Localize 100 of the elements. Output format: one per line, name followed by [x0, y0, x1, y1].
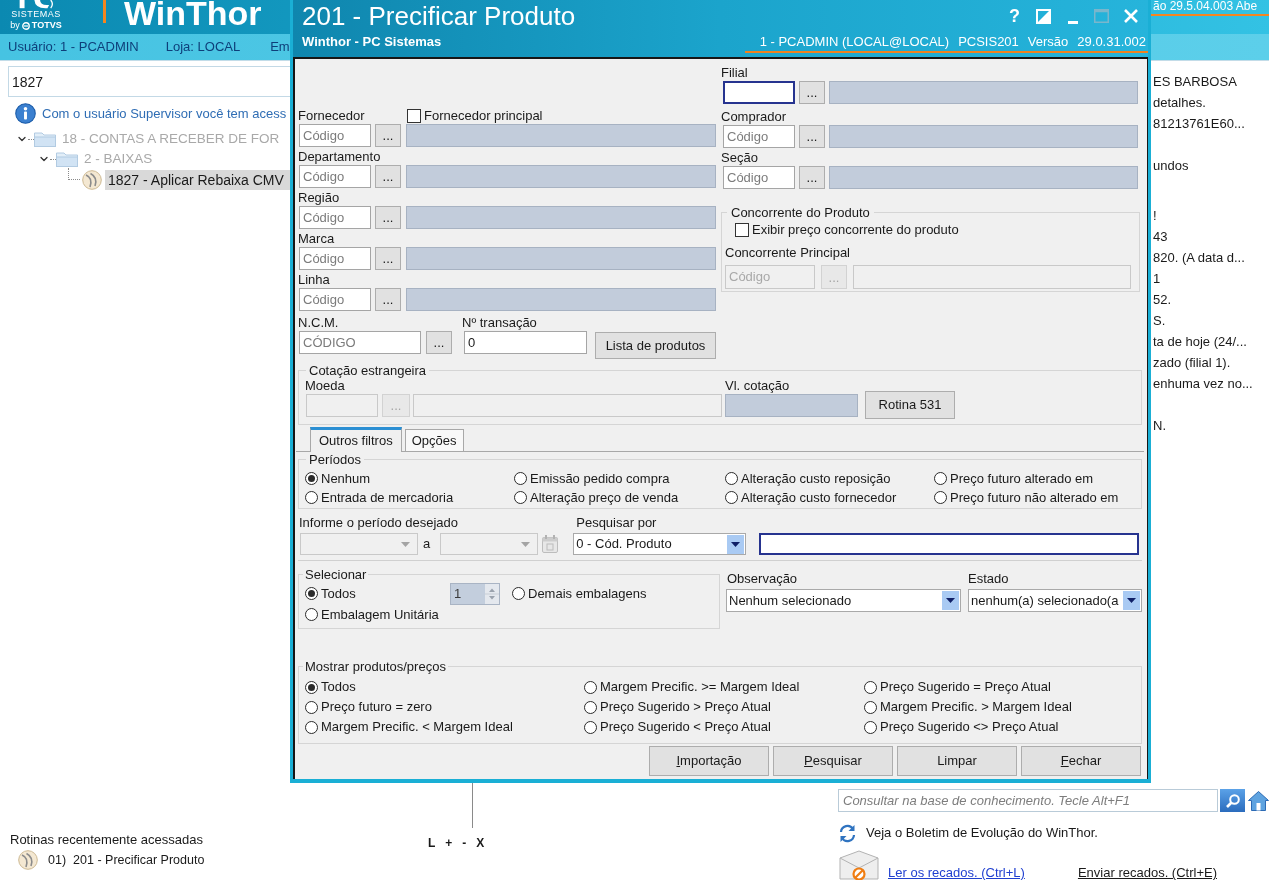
- session-info: PCSIS201: [958, 33, 1019, 50]
- radio-label: Preço Sugerido < Preço Atual: [600, 719, 771, 735]
- info-message: Com o usuário Supervisor você tem acess: [42, 105, 287, 122]
- message-text: 52.: [1153, 291, 1173, 309]
- browse-button[interactable]: ...: [375, 124, 401, 147]
- contrast-icon: [1036, 8, 1051, 24]
- input-field[interactable]: CÓDIGO: [299, 331, 421, 354]
- tab[interactable]: Opções: [404, 429, 464, 451]
- checkbox[interactable]: [407, 109, 421, 123]
- panel-control[interactable]: L: [428, 836, 436, 850]
- browse-button[interactable]: ...: [375, 206, 401, 229]
- field-label: Vl. cotação: [725, 378, 791, 394]
- input-field[interactable]: Código: [723, 166, 795, 189]
- routine-icon: [82, 169, 102, 190]
- panel-control[interactable]: +: [445, 836, 453, 850]
- radio-label: Preço Sugerido > Preço Atual: [600, 699, 771, 715]
- radio-button[interactable]: [305, 608, 318, 621]
- radio-button[interactable]: [514, 472, 527, 485]
- knowledge-search-field[interactable]: Consultar na base de conhecimento. Tecle Alt+F1: [838, 789, 1218, 812]
- radio-button[interactable]: [305, 700, 318, 714]
- field-label: Comprador: [721, 109, 787, 125]
- radio-label: Nenhum: [321, 470, 371, 487]
- input-field[interactable]: Código: [299, 165, 371, 188]
- field-label: Moeda: [305, 378, 346, 394]
- message-text: detalhes.: [1153, 94, 1207, 112]
- radio-button[interactable]: [305, 491, 318, 504]
- panel-control[interactable]: X: [476, 836, 485, 850]
- message-text: 43: [1153, 228, 1169, 246]
- radio-label: Margem Precific. < Margem Ideal: [321, 719, 513, 735]
- spin-arrows-icon: [485, 583, 499, 604]
- input-field[interactable]: Código: [299, 124, 371, 147]
- group-title: Cotação estrangeira: [308, 363, 428, 378]
- message-link[interactable]: Ler os recados. (Ctrl+L): [888, 866, 1025, 880]
- radio-button[interactable]: [305, 720, 318, 734]
- dialog-button[interactable]: Importação: [649, 746, 769, 776]
- message-text: ta de hoje (24/...: [1153, 333, 1248, 351]
- browse-button[interactable]: ...: [799, 166, 825, 189]
- browse-button[interactable]: ...: [375, 288, 401, 311]
- browse-button[interactable]: ...: [799, 81, 825, 104]
- dialog-button[interactable]: Limpar: [897, 746, 1017, 776]
- tab[interactable]: Outros filtros: [310, 427, 402, 452]
- products-list-button[interactable]: Lista de produtos: [595, 332, 716, 359]
- browse-button[interactable]: ...: [375, 165, 401, 188]
- routine-button[interactable]: Rotina 531: [865, 391, 955, 419]
- radio-label: Embalagem Unitária: [321, 606, 439, 623]
- field-label: Nº transação: [462, 315, 538, 331]
- recent-item[interactable]: 201 - Precificar Produto: [73, 853, 205, 867]
- message-text: 820. (A data d...: [1153, 249, 1246, 267]
- input-field[interactable]: Código: [299, 206, 371, 229]
- dialog-button[interactable]: Pesquisar: [773, 746, 893, 776]
- minimize-icon: [1067, 20, 1078, 24]
- dropdown[interactable]: Nenhum selecionado: [726, 589, 961, 612]
- radio-button[interactable]: [725, 491, 738, 504]
- radio-button[interactable]: [584, 720, 597, 734]
- dropdown[interactable]: nenhum(a) selecionado(a: [968, 589, 1142, 612]
- panel-control[interactable]: -: [462, 836, 467, 850]
- search-icon: [1225, 793, 1240, 808]
- input-field[interactable]: Código: [723, 125, 795, 148]
- radio-button[interactable]: [512, 587, 525, 600]
- input-field[interactable]: 0: [464, 331, 587, 354]
- input-field[interactable]: Código: [299, 247, 371, 270]
- input-field[interactable]: [759, 533, 1140, 555]
- status-text: Usuário: 1 - PCADMIN: [8, 38, 139, 57]
- checkbox-label: Exibir preço concorrente do produto: [752, 222, 959, 238]
- message-link[interactable]: Enviar recados. (Ctrl+E): [1077, 866, 1217, 880]
- search-button[interactable]: [1220, 789, 1245, 812]
- browse-button[interactable]: ...: [426, 331, 452, 354]
- radio-button[interactable]: [725, 472, 738, 485]
- radio-button[interactable]: [864, 720, 877, 734]
- info-icon: [15, 103, 36, 124]
- input-field[interactable]: Código: [299, 288, 371, 311]
- radio-button[interactable]: [934, 472, 947, 485]
- radio-button[interactable]: [514, 491, 527, 504]
- field-label: Pesquisar por: [576, 515, 658, 531]
- search-field[interactable]: 1827: [8, 66, 290, 97]
- folder-icon: [56, 151, 78, 167]
- group-title: Períodos: [308, 452, 363, 467]
- checkbox[interactable]: [735, 223, 749, 237]
- radio-button[interactable]: [305, 680, 318, 694]
- radio-button[interactable]: [934, 491, 947, 504]
- checkbox-label: Fornecedor principal: [424, 108, 543, 124]
- group-title: Mostrar produtos/preços: [304, 659, 447, 674]
- radio-button[interactable]: [864, 680, 877, 694]
- radio-label: Margem Precific. >= Margem Ideal: [600, 679, 800, 695]
- radio-button[interactable]: [864, 700, 877, 714]
- field-label: N.C.M.: [298, 315, 340, 331]
- dialog-button[interactable]: Fechar: [1021, 746, 1141, 776]
- radio-button[interactable]: [584, 700, 597, 714]
- radio-button[interactable]: [584, 680, 597, 694]
- field-label: Região: [298, 190, 340, 206]
- field-label: Informe o período desejado: [299, 515, 459, 531]
- status-text: Em: [270, 38, 290, 57]
- radio-button[interactable]: [305, 587, 318, 600]
- radio-button[interactable]: [305, 472, 318, 485]
- input-field[interactable]: [723, 81, 795, 104]
- home-icon[interactable]: [1248, 790, 1269, 811]
- browse-button[interactable]: ...: [799, 125, 825, 148]
- dropdown[interactable]: 0 - Cód. Produto: [573, 533, 747, 555]
- browse-button[interactable]: ...: [375, 247, 401, 270]
- radio-label: Alteração custo reposição: [741, 470, 891, 487]
